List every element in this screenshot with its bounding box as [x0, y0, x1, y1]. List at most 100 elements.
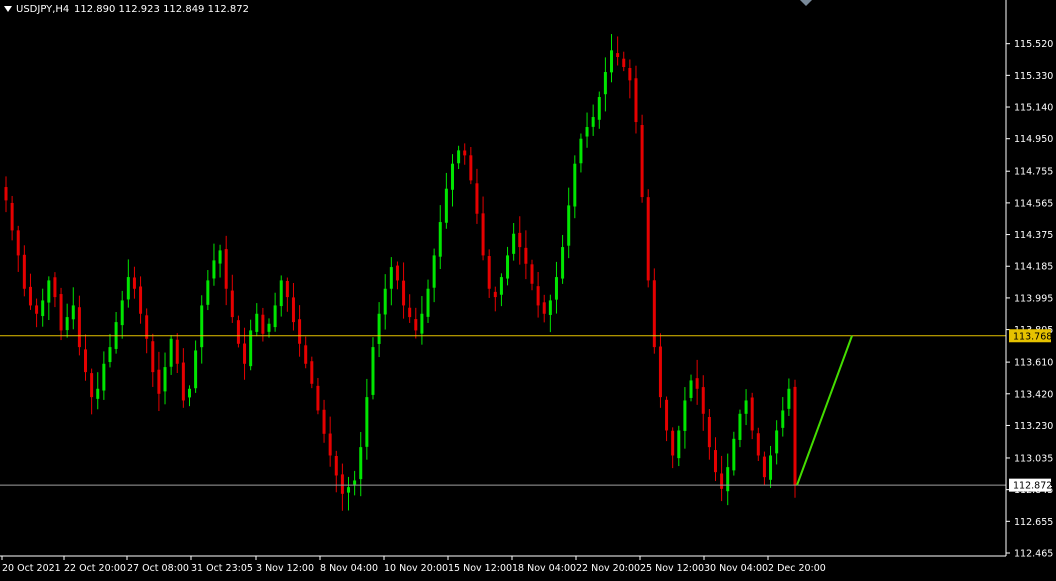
price-tick-label: 115.140 [1014, 103, 1053, 114]
candle-body [53, 277, 57, 298]
candle-body [145, 315, 149, 339]
candle-body [395, 265, 399, 281]
price-tick-label: 114.755 [1014, 167, 1053, 178]
candle-body [658, 346, 662, 398]
candle-body [683, 400, 687, 431]
candle-body [181, 362, 185, 401]
candle-body [47, 280, 51, 303]
bid-tag-label: 112.872 [1013, 481, 1052, 492]
candle-body [291, 297, 295, 323]
candle-body [713, 450, 717, 473]
chart-background [0, 0, 1056, 581]
time-tick-label: 18 Nov 04:00 [512, 563, 576, 574]
price-tick-label: 115.520 [1014, 39, 1053, 50]
time-tick-label: 30 Nov 04:00 [704, 563, 768, 574]
chart-ohlc: 112.890 112.923 112.849 112.872 [74, 4, 249, 15]
candle-body [744, 400, 748, 414]
candle-body [499, 277, 503, 295]
candle-body [450, 163, 454, 190]
candle-body [347, 487, 351, 493]
candle-body [787, 388, 791, 409]
candle-body [634, 78, 638, 123]
candle-body [420, 313, 424, 334]
candle-body [139, 286, 143, 314]
time-tick-label: 31 Oct 23:05 [191, 563, 253, 574]
candle-body [218, 250, 222, 264]
candle-body [665, 399, 669, 431]
candle-body [775, 430, 779, 454]
price-tick-label: 114.950 [1014, 134, 1053, 145]
candle-body [487, 256, 491, 289]
candle-body [726, 467, 730, 492]
time-tick-label: 27 Oct 08:00 [127, 563, 189, 574]
candle-body [438, 222, 442, 257]
time-tick-label: 3 Nov 12:00 [256, 563, 314, 574]
candle-body [255, 313, 259, 332]
candle-body [41, 300, 45, 317]
candle-body [652, 280, 656, 348]
chart-window: 115.520 115.330 115.140 114.950 114.755 114.5… [0, 0, 1056, 581]
candle-body [573, 163, 577, 207]
candle-body [512, 233, 516, 254]
candle-body [377, 313, 381, 344]
candle-body [279, 280, 283, 307]
time-tick-label: 8 Nov 04:00 [320, 563, 378, 574]
candle-body [236, 320, 240, 344]
candle-body [132, 277, 136, 289]
candle-body [230, 290, 234, 318]
candle-body [322, 409, 326, 434]
candle-body [518, 232, 522, 248]
time-tick-label: 22 Nov 20:00 [576, 563, 640, 574]
candle-body [340, 474, 344, 494]
candle-body [426, 288, 430, 317]
candle-body [603, 72, 607, 95]
candle-body [304, 345, 308, 364]
candle-body [481, 213, 485, 256]
candle-body [108, 347, 112, 363]
candle-body [640, 125, 644, 198]
candle-body [206, 280, 210, 305]
price-tick-label: 114.375 [1014, 230, 1053, 241]
candle-body [597, 97, 601, 120]
candle-body [707, 416, 711, 448]
candle-body [77, 307, 81, 348]
candle-body [285, 280, 289, 298]
candle-body [102, 363, 106, 391]
candle-body [59, 294, 63, 331]
price-tick-label: 113.035 [1014, 453, 1053, 464]
candle-body [22, 254, 26, 289]
candle-body [224, 249, 228, 289]
price-tick-label: 114.565 [1014, 198, 1053, 209]
level-price-tag: 113.768 [1009, 329, 1052, 343]
candle-body [35, 305, 39, 314]
candle-body [16, 230, 20, 256]
candle-body [310, 361, 314, 384]
price-tick-label: 112.655 [1014, 517, 1053, 528]
candle-body [365, 397, 369, 447]
candle-body [163, 367, 167, 392]
candle-body [359, 447, 363, 480]
chart-symbol: USDJPY,H4 [16, 4, 69, 15]
price-chart[interactable]: 115.520 115.330 115.140 114.950 114.755 114.5… [0, 0, 1056, 581]
candle-body [126, 277, 130, 300]
candle-body [457, 150, 461, 164]
candle-body [628, 68, 632, 81]
candle-body [756, 433, 760, 456]
candle-body [695, 378, 699, 389]
candle-body [261, 314, 265, 334]
candle-body [267, 323, 271, 332]
candle-body [610, 50, 614, 73]
candle-body [175, 339, 179, 364]
candle-body [90, 373, 94, 398]
candle-body [120, 300, 124, 326]
candle-body [402, 280, 406, 306]
candle-body [273, 305, 277, 328]
candle-body [463, 150, 467, 156]
candle-body [646, 197, 650, 281]
level-tag-label: 113.768 [1013, 331, 1052, 342]
candle-body [84, 349, 88, 373]
candle-body [793, 386, 797, 486]
candle-body [432, 255, 436, 288]
candle-body [96, 388, 100, 399]
candle-body [554, 277, 558, 300]
